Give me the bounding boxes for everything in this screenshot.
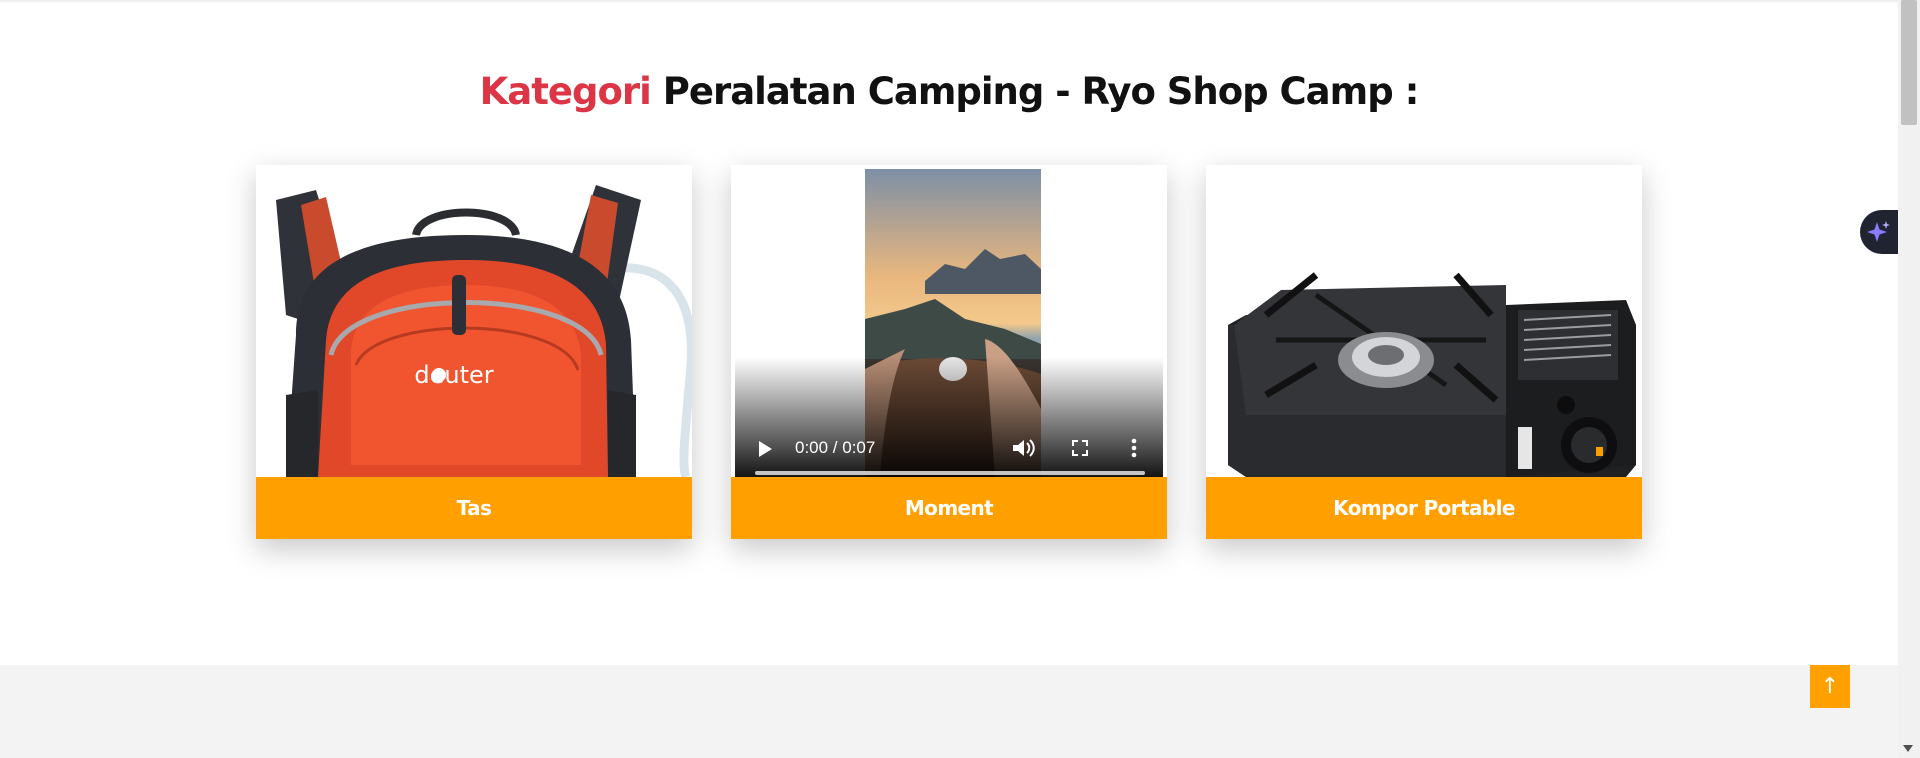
- scrollbar-thumb[interactable]: [1901, 0, 1917, 125]
- section-title: Kategori Peralatan Camping - Ryo Shop Ca…: [0, 70, 1898, 113]
- backpack-image: deuter: [256, 165, 692, 477]
- ai-assistant-button[interactable]: [1860, 210, 1898, 254]
- card-label-moment[interactable]: Moment: [731, 477, 1167, 539]
- card-media-video: 0:00 / 0:07: [731, 165, 1167, 477]
- scrollbar[interactable]: [1898, 0, 1920, 758]
- video-controls: 0:00 / 0:07: [735, 357, 1163, 477]
- portable-stove-image: [1206, 165, 1642, 477]
- scroll-to-top-button[interactable]: ↑: [1810, 665, 1850, 708]
- video-time: 0:00 / 0:07: [795, 438, 876, 457]
- category-card-kompor-portable[interactable]: Kompor Portable: [1206, 165, 1642, 539]
- footer: [0, 665, 1898, 758]
- play-icon[interactable]: [759, 441, 772, 457]
- deuter-logo: deuter: [414, 361, 493, 389]
- arrow-up-icon: ↑: [1820, 674, 1840, 699]
- card-label-tas[interactable]: Tas: [256, 477, 692, 539]
- category-card-tas[interactable]: deuter Tas: [256, 165, 692, 539]
- sparkle-icon: [1867, 221, 1890, 242]
- section-title-accent: Kategori: [479, 70, 652, 113]
- card-label-kompor-portable[interactable]: Kompor Portable: [1206, 477, 1642, 539]
- video-player[interactable]: 0:00 / 0:07: [735, 169, 1163, 477]
- volume-icon[interactable]: [1011, 437, 1037, 459]
- fullscreen-icon[interactable]: [1072, 440, 1088, 456]
- category-card-moment[interactable]: 0:00 / 0:07 Moment: [731, 165, 1167, 539]
- video-progress-bar[interactable]: [755, 471, 1145, 475]
- scroll-down-arrow-icon[interactable]: [1903, 745, 1913, 752]
- more-options-icon[interactable]: [1130, 437, 1138, 459]
- section-title-rest: Peralatan Camping - Ryo Shop Camp :: [650, 70, 1420, 113]
- header-shadow: [0, 0, 1898, 3]
- category-cards: deuter Tas 0:00 / 0:07 Moment Kompor Por…: [256, 165, 1644, 539]
